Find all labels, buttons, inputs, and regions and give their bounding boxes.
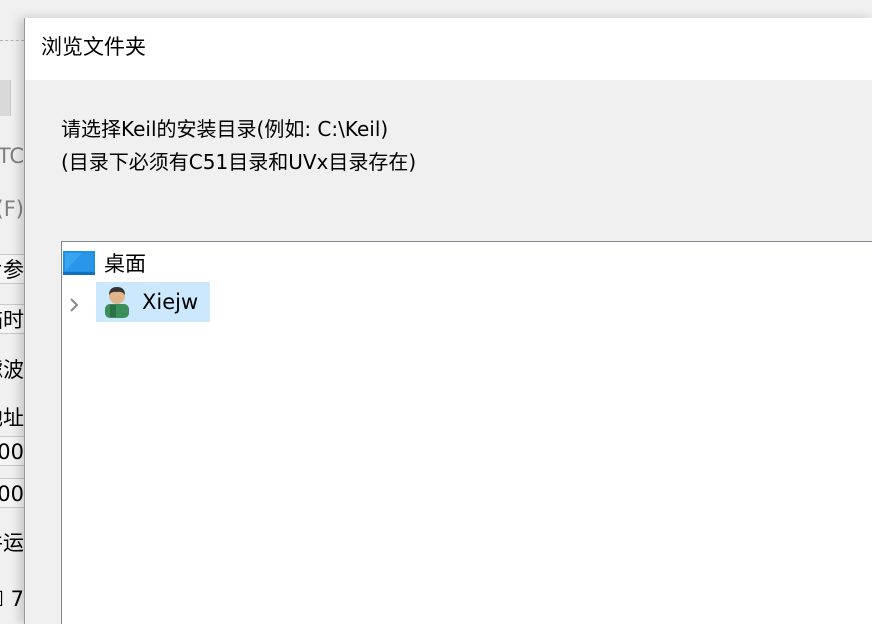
background-text-fragment: 地址 <box>0 406 24 430</box>
background-text-fragment: 滤波 <box>0 358 24 382</box>
background-text-fragment: 件运 <box>0 531 24 555</box>
desktop-icon <box>63 251 95 275</box>
chevron-right-icon[interactable] <box>68 296 80 314</box>
background-divider <box>0 40 24 41</box>
tree-item-user[interactable]: Xiejw <box>96 282 210 322</box>
background-tab <box>0 80 11 116</box>
dialog-title: 浏览文件夹 <box>41 35 146 59</box>
background-checkbox[interactable]: ☐ 7 <box>0 584 26 614</box>
dialog-titlebar[interactable]: 浏览文件夹 <box>25 18 872 80</box>
tree-item-label: Xiejw <box>142 290 199 314</box>
dialog-description: 请选择Keil的安装目录(例如: C:\Keil) (目录下必须有C51目录和U… <box>61 117 417 174</box>
background-button[interactable]: 描时 <box>0 304 26 334</box>
background-window: STC (F) 片参 描时 滤波 地址 0000 0000 件运 ☐ 7 <box>0 0 26 624</box>
folder-tree[interactable]: 桌面 Xiejw <box>61 241 872 624</box>
browse-folder-dialog: 浏览文件夹 请选择Keil的安装目录(例如: C:\Keil) (目录下必须有C… <box>24 18 872 624</box>
background-input[interactable]: 0000 <box>0 478 26 508</box>
background-input[interactable]: 0000 <box>0 436 26 466</box>
tree-item-desktop[interactable]: 桌面 <box>62 244 362 284</box>
background-text-fragment: (F) <box>0 197 24 221</box>
background-text-fragment: STC <box>0 144 24 168</box>
user-icon <box>105 287 129 318</box>
background-button[interactable]: 片参 <box>0 254 26 284</box>
tree-item-label: 桌面 <box>104 252 146 276</box>
